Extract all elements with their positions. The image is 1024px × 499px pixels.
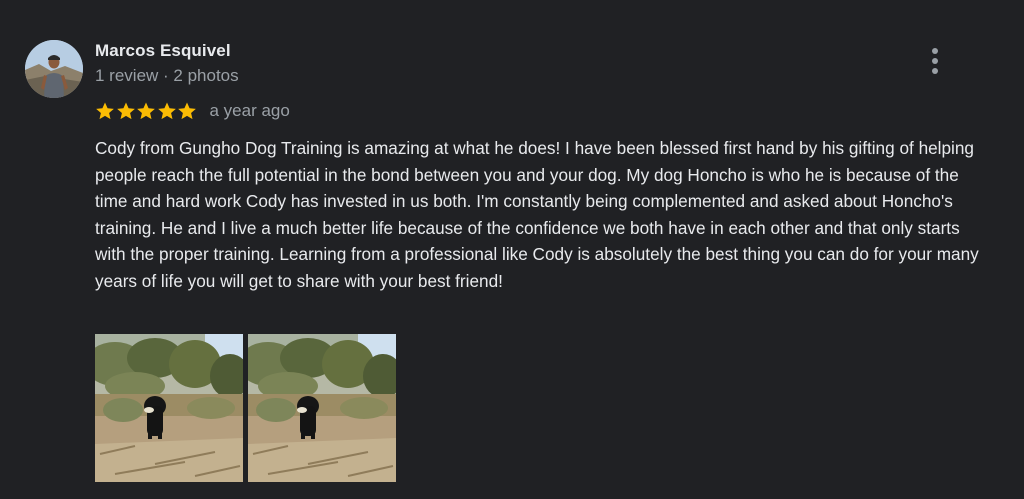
dog-photo-image	[95, 334, 243, 482]
review-card: Marcos Esquivel 1 review · 2 photos a ye…	[0, 0, 1024, 499]
avatar[interactable]	[25, 40, 83, 98]
star-icon	[137, 102, 155, 120]
rating-row: a year ago	[95, 99, 290, 123]
star-icon	[178, 102, 196, 120]
review-time: a year ago	[209, 101, 290, 120]
author-name[interactable]: Marcos Esquivel	[95, 41, 231, 61]
review-text: Cody from Gungho Dog Training is amazing…	[95, 138, 979, 291]
dog-photo-image	[248, 334, 396, 482]
more-options-button[interactable]	[922, 44, 948, 78]
star-icon	[157, 102, 176, 120]
avatar-image	[25, 40, 83, 98]
star-icon	[96, 102, 114, 120]
review-photo-2[interactable]	[248, 334, 396, 482]
author-meta: 1 review · 2 photos	[95, 66, 239, 85]
star-icon	[116, 102, 135, 120]
review-photo-1[interactable]	[95, 334, 243, 482]
star-rating	[95, 101, 198, 121]
